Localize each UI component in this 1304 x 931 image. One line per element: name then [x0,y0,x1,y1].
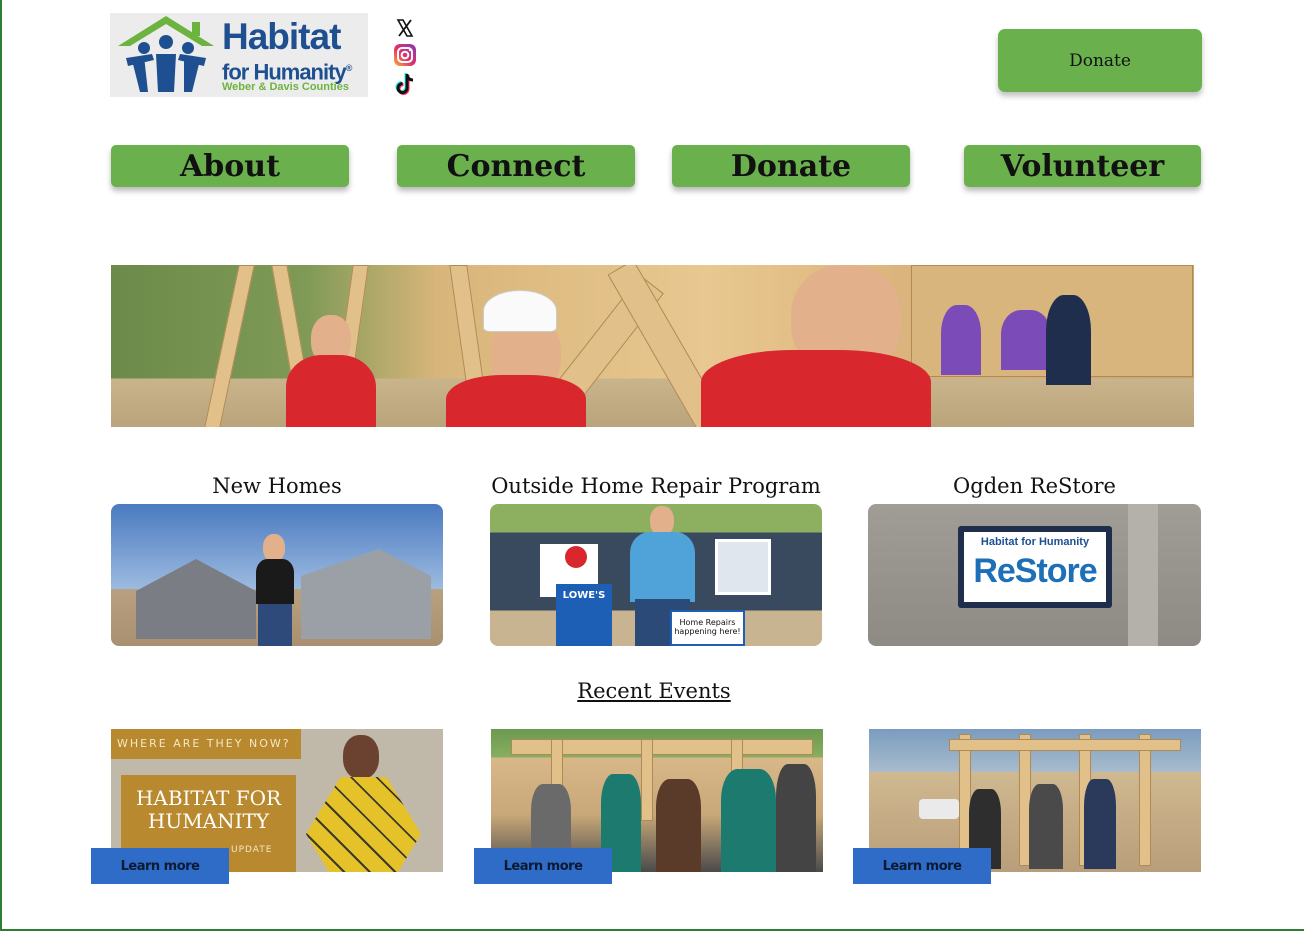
tiktok-icon[interactable] [392,72,418,96]
recent-events-heading[interactable]: Recent Events [2,679,1304,703]
lowes-sign: LOWE'S [556,584,612,646]
hero-volunteers-photo [111,265,1194,427]
nav-donate-button[interactable]: Donate [672,145,910,187]
feature-title-new-homes[interactable]: New Homes [111,474,443,498]
nav-about-button[interactable]: About [111,145,349,187]
ogden-restore-photo[interactable]: Habitat for Humanity ReStore [868,504,1201,646]
learn-more-button[interactable]: Learn more [91,848,229,884]
header-donate-button[interactable]: Donate [998,29,1202,92]
feature-title-home-repair[interactable]: Outside Home Repair Program [490,474,822,498]
habitat-logo[interactable]: Habitat for Humanity® Weber & Davis Coun… [110,13,368,97]
logo-location-text: Weber & Davis Counties [222,81,349,93]
x-icon[interactable] [392,16,418,40]
instagram-icon[interactable] [392,43,418,67]
new-homes-photo[interactable] [111,504,443,646]
repair-sign: Home Repairs happening here! [670,610,745,646]
event-sub: UPDATE [231,845,273,855]
logo-habitat-text: Habitat [222,16,341,57]
feature-title-restore[interactable]: Ogden ReStore [868,474,1201,498]
habitat-house-icon [118,16,214,92]
event-title: HABITAT FOR HUMANITY [135,786,282,833]
learn-more-button[interactable]: Learn more [474,848,612,884]
nav-connect-button[interactable]: Connect [397,145,635,187]
home-repair-photo[interactable]: LOWE'S Home Repairs happening here! [490,504,822,646]
event-kicker: WHERE ARE THEY NOW? [117,737,291,750]
restore-sign-main: ReStore [973,552,1097,590]
restore-sign-top: Habitat for Humanity [980,536,1090,548]
learn-more-button[interactable]: Learn more [853,848,991,884]
nav-volunteer-button[interactable]: Volunteer [964,145,1201,187]
